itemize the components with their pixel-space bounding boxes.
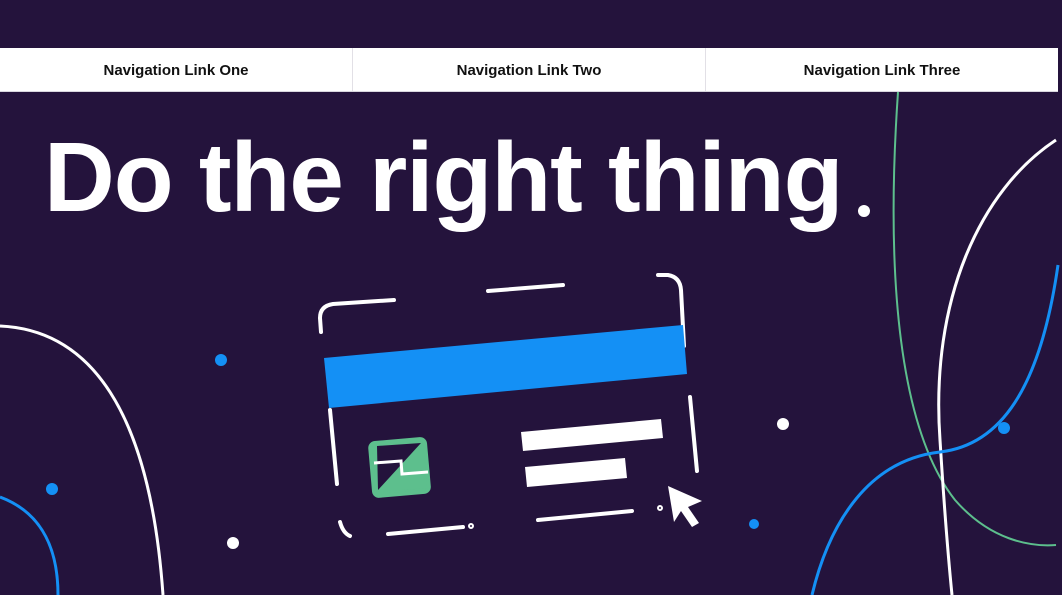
nav-link-two[interactable]: Navigation Link Two bbox=[353, 48, 706, 91]
blue-dot-decoration bbox=[998, 422, 1010, 434]
title-dot-decoration bbox=[858, 205, 870, 217]
white-dot-decoration bbox=[227, 537, 239, 549]
right-blue-curve bbox=[810, 264, 1060, 595]
left-blue-curve bbox=[0, 495, 60, 595]
card-stripe bbox=[324, 325, 687, 408]
landing-page: Navigation Link One Navigation Link Two … bbox=[0, 0, 1062, 595]
hero-title: Do the right thing bbox=[44, 122, 843, 232]
nav-link-three[interactable]: Navigation Link Three bbox=[706, 48, 1058, 91]
blue-dot-decoration bbox=[215, 354, 227, 366]
nav-link-one[interactable]: Navigation Link One bbox=[0, 48, 353, 91]
left-white-curve bbox=[0, 324, 165, 595]
blue-dot-decoration bbox=[46, 483, 58, 495]
blue-dot-decoration bbox=[749, 519, 759, 529]
card-text-line bbox=[521, 419, 663, 451]
card-text-line bbox=[525, 458, 627, 487]
right-white-curve bbox=[937, 138, 1057, 595]
top-navigation: Navigation Link One Navigation Link Two … bbox=[0, 48, 1058, 92]
image-thumbnail-icon bbox=[368, 437, 431, 498]
mouse-pointer-icon bbox=[668, 486, 702, 527]
white-dot-decoration bbox=[777, 418, 789, 430]
